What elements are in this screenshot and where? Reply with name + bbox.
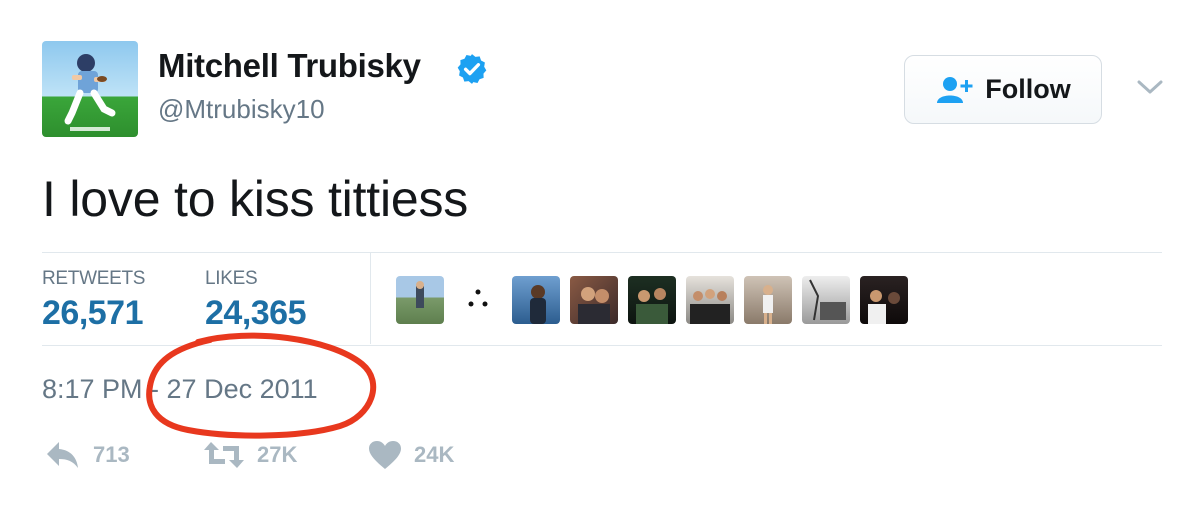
liker-avatar[interactable] — [686, 276, 734, 324]
retweet-count: 27K — [257, 442, 298, 467]
likes-label[interactable]: LIKES — [205, 268, 258, 290]
liker-avatar[interactable] — [860, 276, 908, 324]
liker-avatar[interactable] — [512, 276, 560, 324]
author-avatar[interactable] — [42, 41, 138, 137]
like-action[interactable]: 24K — [368, 440, 454, 470]
likes-count[interactable]: 24,365 — [205, 294, 307, 333]
liker-avatars — [396, 276, 908, 324]
chevron-down-icon[interactable] — [1136, 77, 1164, 97]
liker-avatar[interactable] — [802, 276, 850, 324]
liker-avatar[interactable] — [570, 276, 618, 324]
retweet-action[interactable]: 27K — [203, 440, 297, 470]
author-handle[interactable]: @Mtrubisky10 — [158, 94, 325, 125]
retweet-icon — [204, 442, 244, 468]
reply-icon — [47, 442, 78, 468]
football-player-image — [64, 54, 116, 131]
reply-count: 713 — [93, 442, 130, 467]
author-name[interactable]: Mitchell Trubisky — [158, 47, 421, 85]
divider — [42, 252, 1162, 253]
retweets-count[interactable]: 26,571 — [42, 294, 144, 333]
heart-icon — [369, 441, 401, 469]
follow-button[interactable]: Follow — [904, 55, 1102, 124]
person-plus-icon — [937, 76, 973, 103]
reply-action[interactable]: 713 — [45, 440, 130, 470]
annotation-circle — [146, 332, 376, 439]
like-count: 24K — [414, 442, 455, 467]
liker-avatar[interactable] — [396, 276, 444, 324]
liker-avatar[interactable] — [454, 276, 502, 324]
retweets-label[interactable]: RETWEETS — [42, 268, 145, 290]
tweet-text: I love to kiss tittiess — [42, 171, 469, 227]
follow-button-label: Follow — [985, 74, 1071, 104]
liker-avatar[interactable] — [628, 276, 676, 324]
verified-badge-icon — [457, 54, 487, 84]
liker-avatar[interactable] — [744, 276, 792, 324]
